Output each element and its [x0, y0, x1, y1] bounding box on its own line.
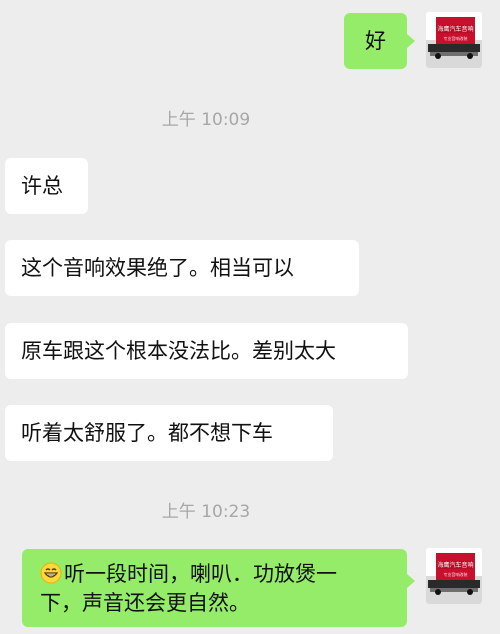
incoming-bubble-3-text: 原车跟这个根本没法比。差别太大 [21, 339, 336, 363]
avatar-top[interactable]: 海鹰汽车音响 专业音响改装 [426, 12, 482, 68]
outgoing-bubble-reply[interactable]: 听一段时间，喇叭．功放煲一 下，声音还会更自然。 [22, 549, 407, 627]
outgoing-bubble-reply-tail [407, 574, 415, 588]
timestamp-2: 上午 10:23 [161, 502, 251, 522]
grinning-face-icon [40, 562, 62, 584]
outgoing-reply-line-1: 听一段时间，喇叭．功放煲一 [40, 560, 389, 589]
incoming-bubble-1[interactable]: 许总 [5, 158, 88, 214]
outgoing-bubble-top-tail [407, 34, 415, 48]
avatar-bottom[interactable]: 海鹰汽车音响 专业音响改装 [426, 548, 482, 604]
incoming-bubble-3[interactable]: 原车跟这个根本没法比。差别太大 [5, 323, 408, 379]
incoming-bubble-2-text: 这个音响效果绝了。相当可以 [21, 256, 294, 280]
avatar-bottom-sign-subtext: 专业音响改装 [444, 571, 468, 577]
timestamp-1: 上午 10:09 [161, 110, 251, 130]
avatar-top-sign-subtext: 专业音响改装 [444, 35, 468, 41]
incoming-bubble-1-text: 许总 [21, 174, 63, 198]
avatar-bottom-sign-text: 海鹰汽车音响 [437, 561, 473, 569]
outgoing-bubble-top[interactable]: 好 [344, 13, 407, 69]
outgoing-reply-line-2: 下，声音还会更自然。 [40, 591, 250, 615]
outgoing-reply-line-1-text: 听一段时间，喇叭．功放煲一 [64, 562, 337, 586]
incoming-bubble-2[interactable]: 这个音响效果绝了。相当可以 [5, 240, 359, 296]
incoming-bubble-4-text: 听着太舒服了。都不想下车 [21, 421, 273, 445]
avatar-top-sign-text: 海鹰汽车音响 [437, 25, 473, 33]
incoming-bubble-4[interactable]: 听着太舒服了。都不想下车 [5, 405, 333, 461]
outgoing-bubble-top-text: 好 [365, 28, 386, 53]
